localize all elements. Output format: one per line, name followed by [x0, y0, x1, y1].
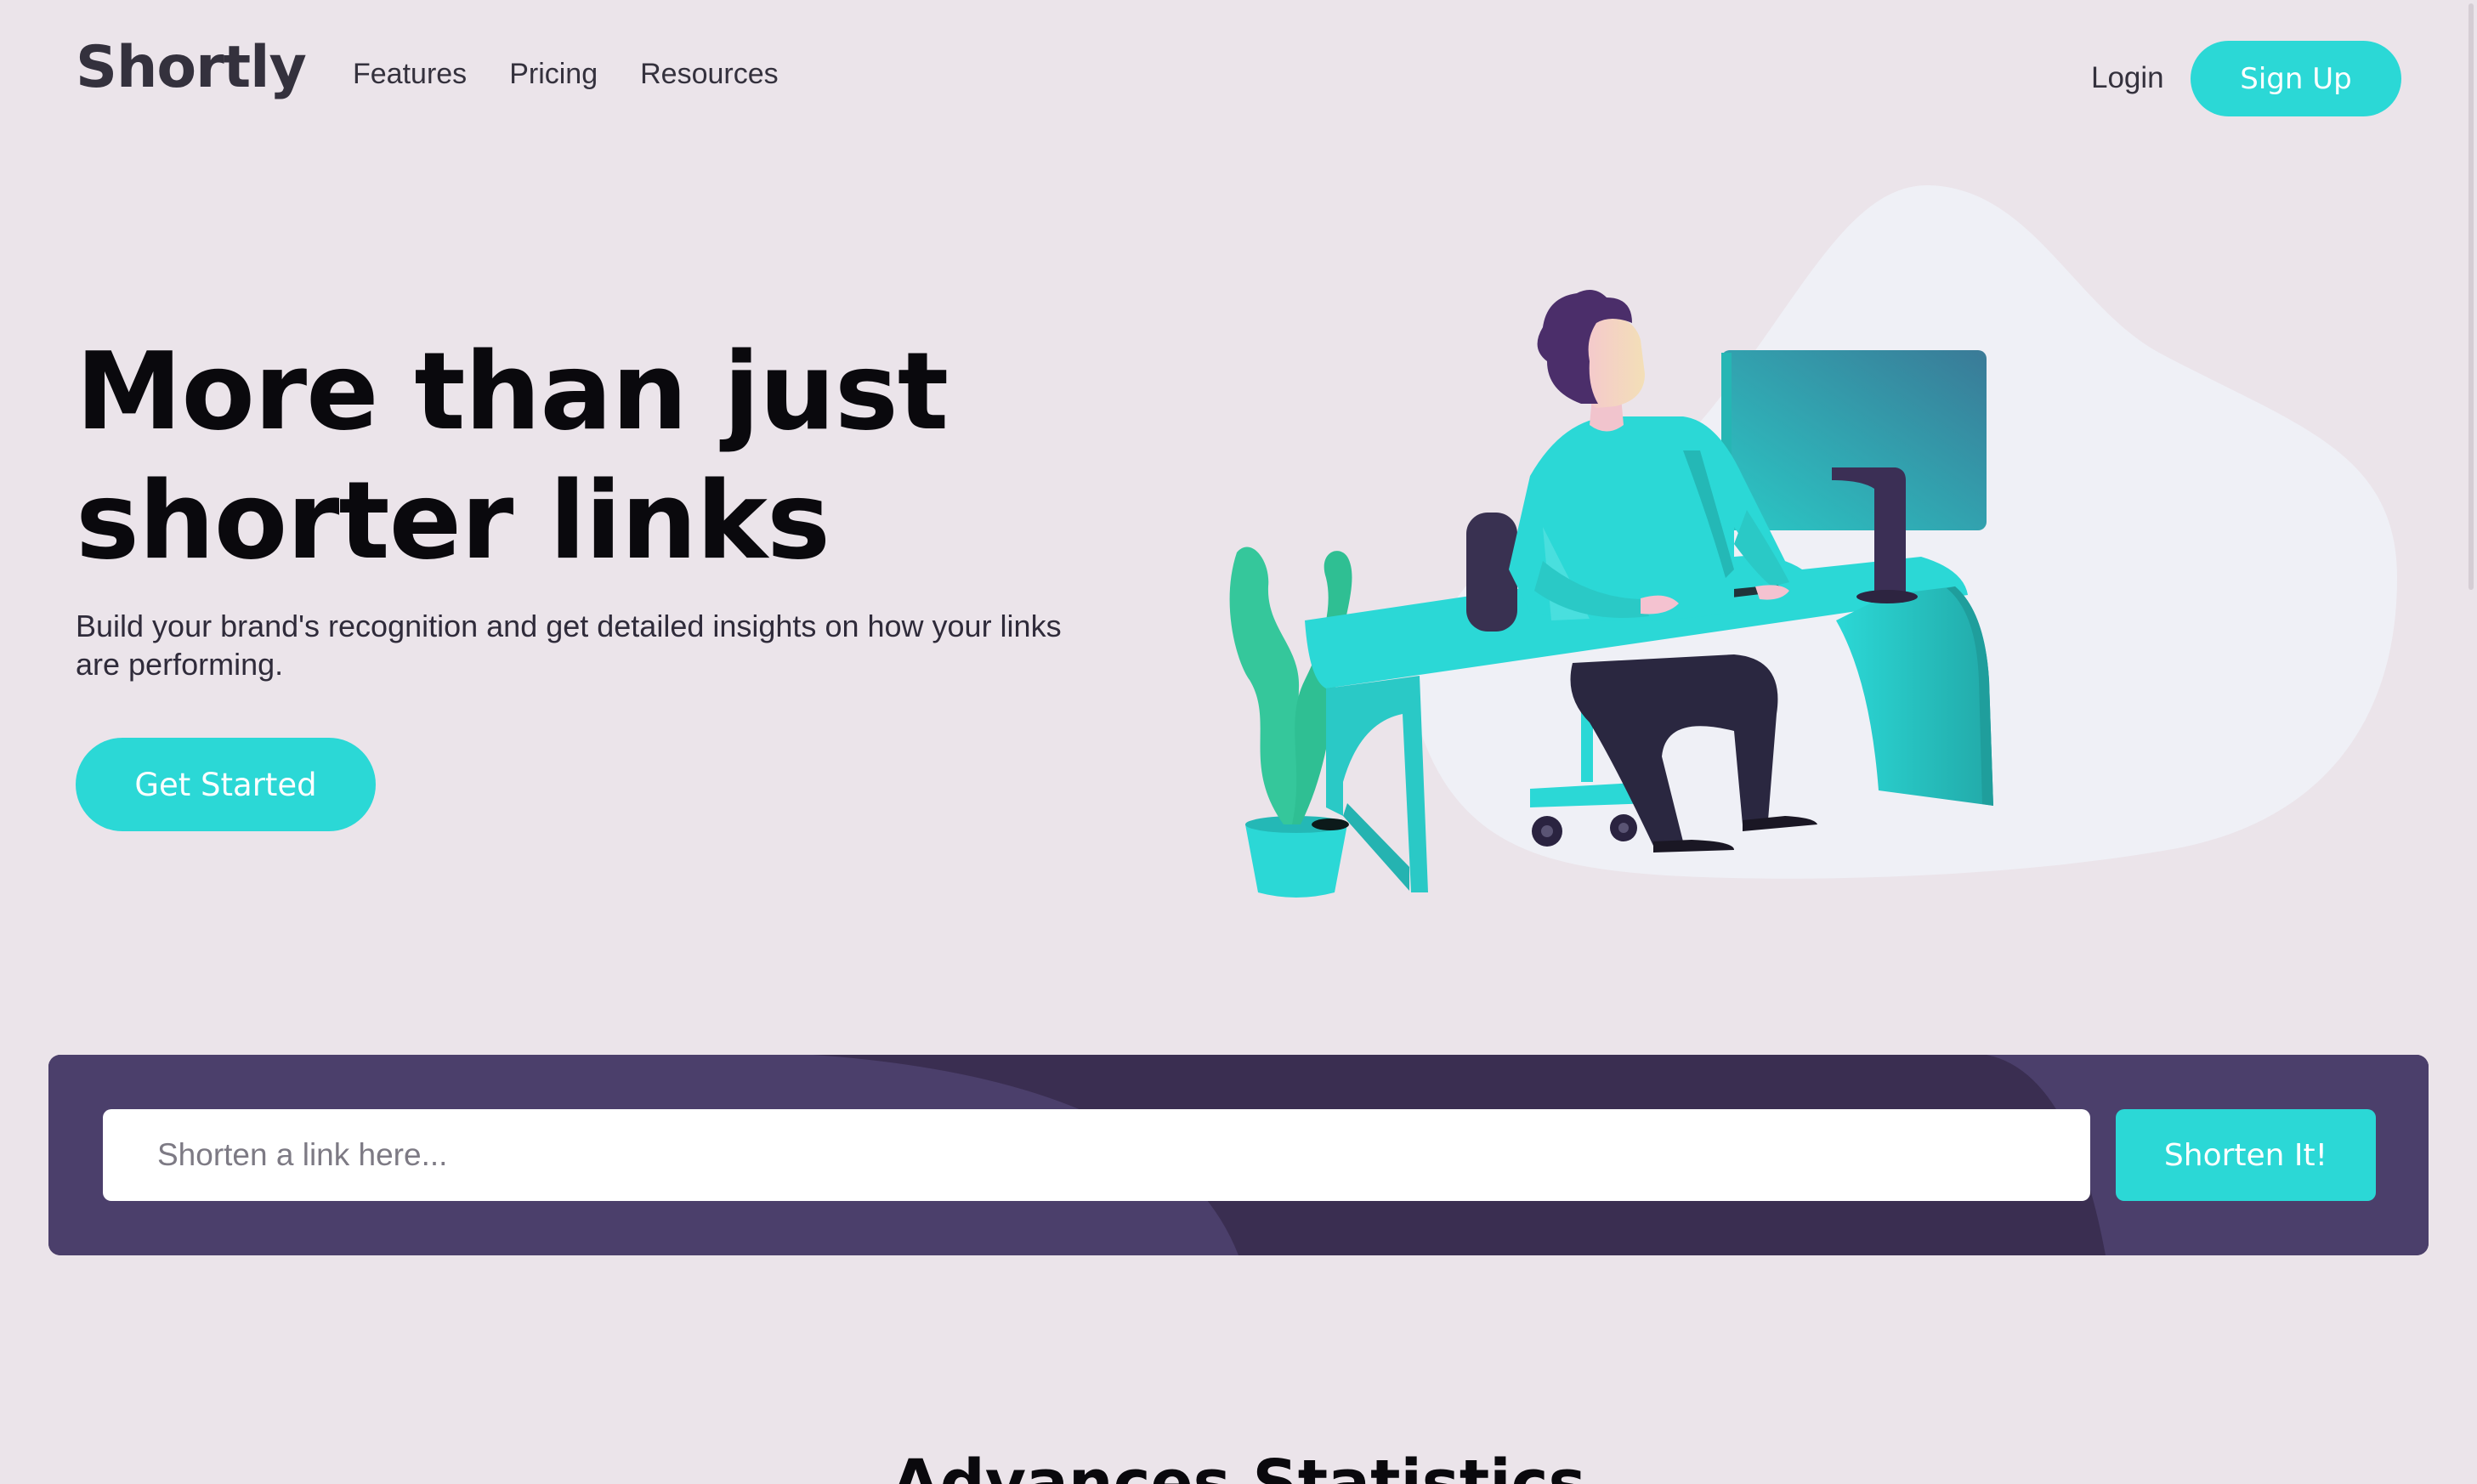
signup-button[interactable]: Sign Up	[2191, 41, 2401, 116]
shorten-it-button[interactable]: Shorten It!	[2116, 1109, 2376, 1201]
plant-pot	[1245, 824, 1347, 898]
nav-link-pricing[interactable]: Pricing	[509, 58, 598, 91]
hero-subtitle: Build your brand's recognition and get d…	[76, 609, 1062, 682]
page-scrollbar[interactable]	[2463, 0, 2477, 1484]
chair-back	[1466, 513, 1517, 632]
main-nav: Features Pricing Resources	[353, 58, 779, 91]
hero-title: More than just shorter links	[76, 329, 949, 583]
site-header: Shortly Features Pricing Resources Login…	[0, 0, 2477, 156]
shorten-panel: Shorten It!	[48, 1055, 2429, 1255]
person-working-at-desk-illustration	[1229, 184, 2397, 898]
login-link[interactable]: Login	[2091, 61, 2164, 95]
desk-leg-left	[1326, 676, 1428, 892]
monitor	[1721, 350, 1987, 530]
plant-leaf	[1229, 547, 1303, 824]
nav-link-features[interactable]: Features	[353, 58, 467, 91]
statistics-heading: Advances Statistics	[891, 1447, 1586, 1484]
logo[interactable]: Shortly	[76, 34, 307, 101]
get-started-button[interactable]: Get Started	[76, 738, 376, 831]
nav-link-resources[interactable]: Resources	[640, 58, 779, 91]
scrollbar-thumb[interactable]	[2468, 3, 2474, 590]
shorten-link-input[interactable]	[103, 1109, 2090, 1201]
